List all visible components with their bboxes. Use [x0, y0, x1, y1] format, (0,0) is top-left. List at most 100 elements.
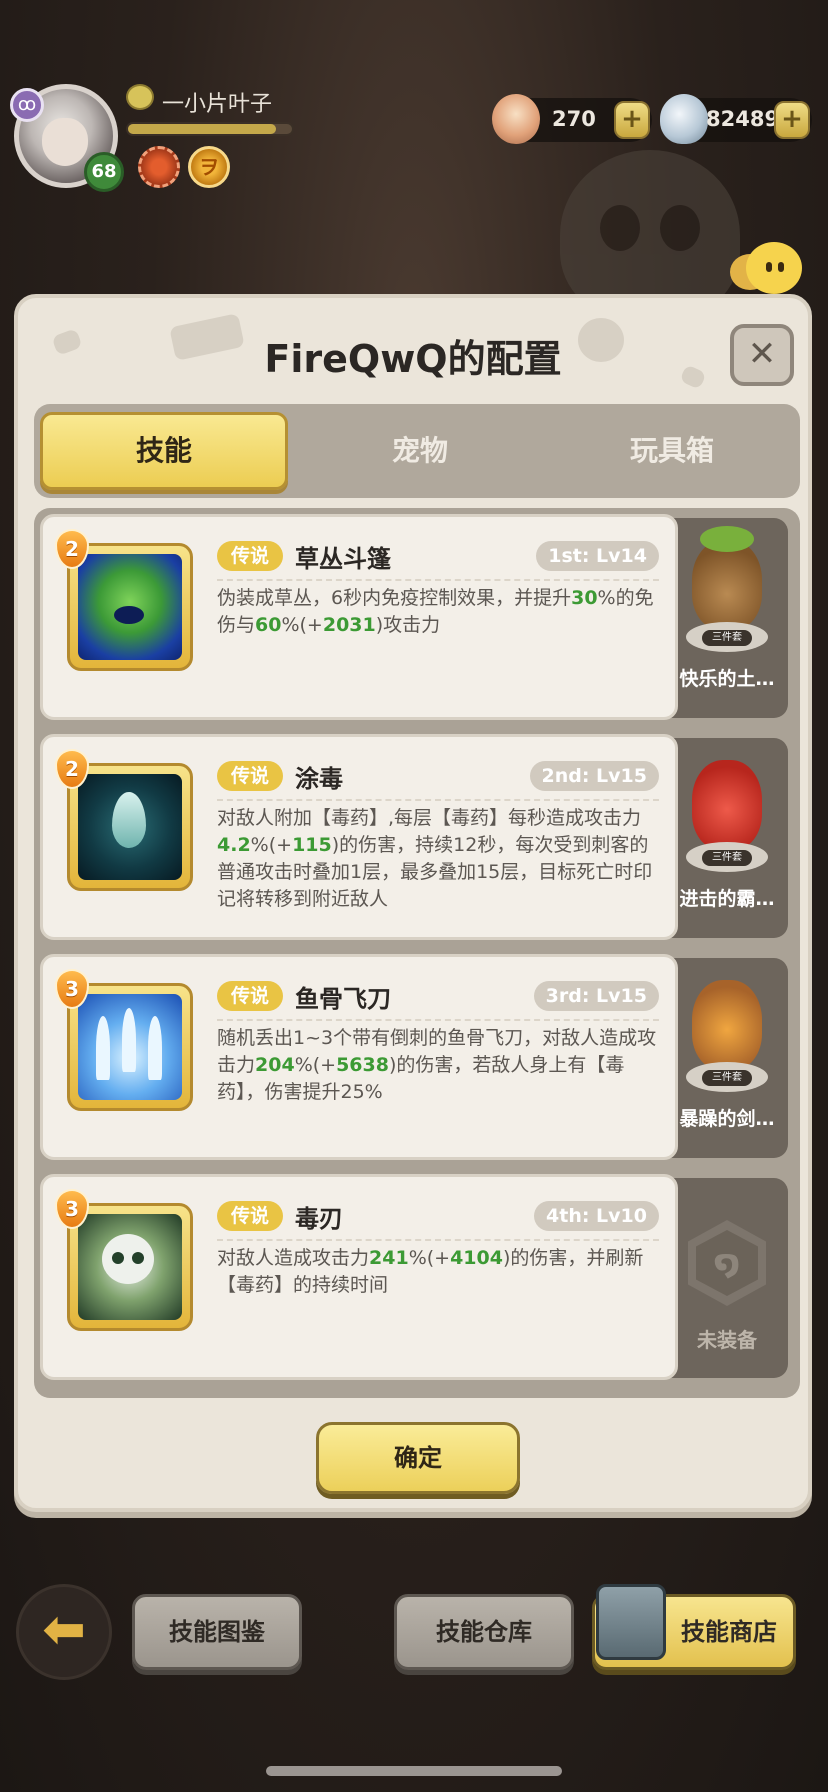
- currency-pearls: 82489 +: [660, 94, 812, 144]
- highlight-value: 4104: [450, 1247, 503, 1269]
- highlight-value: 60: [255, 614, 282, 636]
- pet-slot-empty[interactable]: ໑ 未装备: [666, 1178, 788, 1378]
- skill-name: 鱼骨飞刀: [295, 985, 391, 1013]
- tab-pets[interactable]: 宠物: [296, 412, 544, 490]
- add-pearls-button[interactable]: +: [774, 101, 810, 139]
- rarity-tag: 传说: [217, 1201, 283, 1231]
- divider: [217, 1239, 659, 1241]
- close-icon: ✕: [747, 334, 777, 374]
- highlight-value: 115: [292, 834, 332, 856]
- slot-level-pill: 1st: Lv14: [536, 541, 659, 571]
- tab-toybox[interactable]: 玩具箱: [548, 412, 796, 490]
- rarity-tag: 传说: [217, 761, 283, 791]
- back-button[interactable]: ⬅: [16, 1584, 112, 1680]
- skill-row: ໑ 未装备 3 传说 毒刃 4th: Lv10 对敌人造成攻击力241%(+41…: [40, 1174, 794, 1382]
- skill-card[interactable]: 3 传说 鱼骨飞刀 3rd: Lv15 随机丢出1~3个带有倒刺的鱼骨飞刀，对敌…: [40, 954, 678, 1160]
- skill-icon-frame: [67, 1203, 193, 1331]
- desc-text: 对敌人附加【毒药】,每层【毒药】每秒造成攻击力: [217, 807, 642, 829]
- highlight-value: 2031: [322, 614, 376, 636]
- confirm-button[interactable]: 确定: [316, 1422, 520, 1494]
- pearl-icon: [660, 94, 708, 144]
- highlight-value: 204: [255, 1054, 295, 1076]
- chat-smiley-icon: [746, 242, 802, 294]
- skill-storage-button[interactable]: 技能仓库: [394, 1594, 574, 1670]
- tiger-pet-icon: [692, 980, 762, 1070]
- skill-icon-frame: [67, 763, 193, 891]
- coin-badge-icon[interactable]: ヲ: [188, 146, 230, 188]
- xp-bar: [126, 122, 294, 136]
- stone-tablet-icon: [596, 1584, 666, 1660]
- flower-badge-icon[interactable]: [138, 146, 180, 188]
- poison-drop-icon: [78, 774, 182, 880]
- loadout-modal: FireQwQ的配置 ✕ 技能 宠物 玩具箱 三件套 快乐的土… 2 传说 草丛…: [14, 294, 812, 1512]
- skill-row: 三件套 进击的霸… 2 传说 涂毒 2nd: Lv15 对敌人附加【毒药】,每层…: [40, 734, 794, 942]
- skill-row: 三件套 暴躁的剑… 3 传说 鱼骨飞刀 3rd: Lv15 随机丢出1~3个带有…: [40, 954, 794, 1162]
- desc-text: %(+: [281, 614, 323, 636]
- desc-text: )攻击力: [375, 614, 441, 636]
- pearl-count: 82489: [706, 107, 780, 131]
- divider: [217, 579, 659, 581]
- pet-slot[interactable]: 三件套 进击的霸…: [666, 738, 788, 938]
- highlight-value: 4.2: [217, 834, 251, 856]
- skill-list: 三件套 快乐的土… 2 传说 草丛斗篷 1st: Lv14 伪装成草丛，6秒内免…: [34, 508, 800, 1398]
- skill-description: 对敌人造成攻击力241%(+4104)的伤害，并刷新【毒药】的持续时间: [217, 1245, 663, 1299]
- skill-description: 伪装成草丛，6秒内免疫控制效果，并提升30%的免伤与60%(+2031)攻击力: [217, 585, 663, 639]
- skill-icon-frame: [67, 983, 193, 1111]
- skull-shape: [102, 1234, 154, 1284]
- divider: [217, 799, 659, 801]
- slot-level-pill: 3rd: Lv15: [533, 981, 659, 1011]
- desc-text: %(+: [294, 1054, 337, 1076]
- smiley-icon: [126, 84, 154, 110]
- skill-codex-button[interactable]: 技能图鉴: [132, 1594, 302, 1670]
- player-name: 一小片叶子: [162, 92, 273, 117]
- shell-icon: [492, 94, 540, 144]
- divider: [217, 1019, 659, 1021]
- add-shells-button[interactable]: +: [614, 101, 650, 139]
- skill-icon-frame: [67, 543, 193, 671]
- highlight-value: 5638: [336, 1054, 389, 1076]
- desc-text: 伪装成草丛，6秒内免疫控制效果，并提升: [217, 587, 572, 609]
- skill-name: 草丛斗篷: [295, 545, 391, 573]
- blade-shape: [122, 1008, 136, 1072]
- desc-text: %(+: [408, 1247, 451, 1269]
- desc-text: 对敌人造成攻击力: [217, 1247, 370, 1269]
- blade-shape: [96, 1016, 110, 1080]
- red-dino-pet-icon: [692, 760, 762, 850]
- fishbone-blades-icon: [78, 994, 182, 1100]
- modal-title: FireQwQ的配置: [264, 337, 562, 381]
- slot-level-pill: 2nd: Lv15: [529, 761, 659, 791]
- desc-text: %(+: [250, 834, 293, 856]
- set-tag: 三件套: [702, 630, 752, 646]
- skill-card[interactable]: 2 传说 涂毒 2nd: Lv15 对敌人附加【毒药】,每层【毒药】每秒造成攻击…: [40, 734, 678, 940]
- pet-name: 暴躁的剑…: [679, 1108, 775, 1130]
- ribbon-icon: ꝏ: [10, 88, 44, 122]
- drop-shape: [112, 792, 146, 848]
- bush-eyes: [114, 606, 144, 624]
- highlight-value: 241: [369, 1247, 409, 1269]
- xp-bar-fill: [128, 124, 276, 134]
- rarity-tag: 传说: [217, 541, 283, 571]
- skill-name: 毒刃: [295, 1205, 343, 1233]
- skill-description: 随机丢出1~3个带有倒刺的鱼骨飞刀，对敌人造成攻击力204%(+5638)的伤害…: [217, 1025, 663, 1106]
- currency-shells: 270 +: [492, 94, 652, 144]
- skill-name: 涂毒: [295, 765, 343, 793]
- tab-bar: 技能 宠物 玩具箱: [34, 404, 800, 498]
- home-indicator[interactable]: [266, 1766, 562, 1776]
- pet-slot[interactable]: 三件套 暴躁的剑…: [666, 958, 788, 1158]
- pet-name: 快乐的土…: [679, 668, 775, 690]
- monkey-pet-icon: [692, 526, 762, 630]
- close-button[interactable]: ✕: [730, 324, 794, 386]
- skill-description: 对敌人附加【毒药】,每层【毒药】每秒造成攻击力4.2%(+115)的伤害，持续1…: [217, 805, 663, 913]
- skill-card[interactable]: 3 传说 毒刃 4th: Lv10 对敌人造成攻击力241%(+4104)的伤害…: [40, 1174, 678, 1380]
- pet-slot[interactable]: 三件套 快乐的土…: [666, 518, 788, 718]
- pet-name: 进击的霸…: [679, 888, 775, 910]
- skill-row: 三件套 快乐的土… 2 传说 草丛斗篷 1st: Lv14 伪装成草丛，6秒内免…: [40, 514, 794, 722]
- shell-count: 270: [552, 107, 596, 131]
- blade-shape: [148, 1016, 162, 1080]
- player-avatar[interactable]: ꝏ 68: [10, 84, 124, 192]
- bush-cloak-icon: [78, 554, 182, 660]
- tab-skills[interactable]: 技能: [40, 412, 288, 490]
- set-tag: 三件套: [702, 850, 752, 866]
- skill-card[interactable]: 2 传说 草丛斗篷 1st: Lv14 伪装成草丛，6秒内免疫控制效果，并提升3…: [40, 514, 678, 720]
- level-badge: 68: [84, 152, 124, 192]
